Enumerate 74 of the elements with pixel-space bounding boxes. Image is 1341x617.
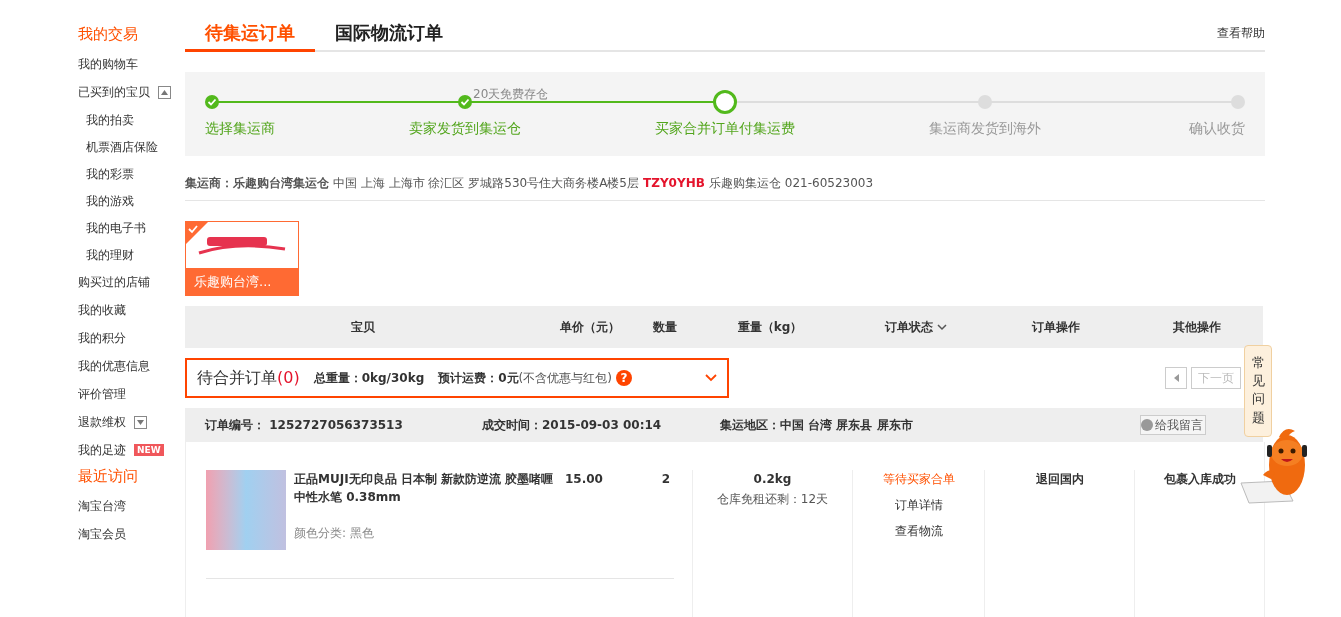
step-note: 20天免费存仓 bbox=[473, 86, 549, 103]
step-label: 买家合并订单付集运费 bbox=[655, 119, 795, 138]
order-time: 成交时间：2015-09-03 00:14 bbox=[482, 417, 663, 434]
chat-bubble-icon bbox=[1141, 419, 1153, 431]
column-header: 其他操作 bbox=[1172, 319, 1221, 336]
warehouse-code: TZY0YHB bbox=[643, 175, 705, 192]
previous-page-button[interactable] bbox=[1165, 367, 1187, 389]
estimated-fee: 预计运费：0元 bbox=[438, 370, 519, 387]
sidebar-subitem[interactable]: 我的游戏 bbox=[86, 191, 134, 210]
new-badge: NEW bbox=[134, 444, 164, 456]
sidebar-heading: 我的交易 bbox=[78, 24, 138, 45]
column-header: 重量（kg） bbox=[737, 319, 803, 336]
warehouse-address: 中国 上海 上海市 徐汇区 罗城路530号住大商务楼A楼5层 bbox=[333, 175, 639, 192]
sidebar-heading: 最近访问 bbox=[78, 466, 138, 487]
merge-title: 待合并订单(0) bbox=[197, 367, 300, 389]
column-header: 订单操作 bbox=[1032, 319, 1080, 336]
storage-days: 仓库免租还剩：12天 bbox=[716, 490, 829, 508]
sidebar-subitem[interactable]: 我的彩票 bbox=[86, 164, 134, 183]
sidebar-item[interactable]: 评价管理 bbox=[78, 385, 126, 403]
order-number: 订单编号： 1252727056373513 bbox=[205, 417, 404, 434]
fee-note: (不含优惠与红包) bbox=[518, 370, 612, 387]
sidebar-item[interactable]: 淘宝台湾 bbox=[78, 497, 126, 515]
order-status: 等待买家合单 bbox=[882, 471, 955, 488]
quantity: 2 bbox=[660, 471, 670, 488]
tab[interactable]: 国际物流订单 bbox=[315, 16, 463, 52]
sidebar-item[interactable]: 我的积分 bbox=[78, 329, 126, 347]
total-weight: 总重量：0kg/30kg bbox=[313, 370, 425, 387]
column-header: 宝贝 bbox=[350, 319, 375, 336]
step-label: 选择集运商 bbox=[205, 119, 275, 138]
sidebar-item[interactable]: 我的收藏 bbox=[78, 301, 126, 319]
carrier-name: 乐趣购台湾... bbox=[186, 268, 298, 295]
step-current-icon bbox=[713, 90, 737, 114]
sidebar-item[interactable]: 购买过的店铺 bbox=[78, 273, 150, 291]
sidebar-item[interactable]: 我的优惠信息 bbox=[78, 357, 150, 375]
order-operation-link[interactable]: 退回国内 bbox=[1035, 470, 1084, 488]
help-link[interactable]: 查看帮助 bbox=[1217, 24, 1265, 42]
collapse-toggle-icon[interactable] bbox=[158, 85, 171, 99]
warehouse-name: 乐趣购集运仓 bbox=[708, 175, 781, 192]
sidebar-subitem[interactable]: 我的电子书 bbox=[86, 218, 146, 237]
chevron-down-icon[interactable] bbox=[937, 323, 947, 331]
other-operation-status: 包裹入库成功 bbox=[1163, 471, 1236, 488]
merge-order-bar[interactable]: 待合并订单(0) 总重量：0kg/30kg 预计运费：0元(不含优惠与红包) ? bbox=[185, 358, 729, 398]
order-action-link[interactable]: 订单详情 bbox=[894, 496, 943, 514]
column-header: 单价（元） bbox=[560, 319, 620, 336]
step-done-icon bbox=[205, 95, 219, 109]
step-done-icon bbox=[458, 95, 472, 109]
caret-left-icon bbox=[1173, 374, 1179, 382]
carrier-label: 集运商：乐趣购台湾集运仓 bbox=[185, 175, 329, 192]
faq-tab[interactable]: 常见问题 bbox=[1244, 345, 1272, 437]
warehouse-phone: 021-60523003 bbox=[784, 175, 874, 192]
order-region: 集运地区：中国 台湾 屏东县 屏东市 bbox=[720, 417, 914, 434]
sidebar-subitem[interactable]: 我的拍卖 bbox=[86, 110, 134, 129]
sidebar-item[interactable]: 淘宝会员 bbox=[78, 525, 126, 543]
column-header: 数量 bbox=[653, 319, 677, 336]
weight: 0.2kg bbox=[753, 471, 792, 488]
sidebar-item[interactable]: 我的足迹 bbox=[78, 441, 126, 459]
chevron-down-icon[interactable] bbox=[705, 374, 717, 382]
step-label: 确认收货 bbox=[1189, 119, 1245, 138]
sidebar-item[interactable]: 退款维权 bbox=[78, 413, 126, 431]
product-title[interactable]: 正品MUJI无印良品 日本制 新款防逆流 胶墨啫喱中性水笔 0.38mm bbox=[294, 470, 554, 506]
sidebar-item[interactable]: 我的购物车 bbox=[78, 55, 138, 73]
expand-toggle-icon[interactable] bbox=[134, 415, 147, 429]
step-label: 集运商发货到海外 bbox=[929, 119, 1041, 138]
faq-label: 常见问题 bbox=[1251, 354, 1265, 427]
product-spec: 颜色分类: 黑色 bbox=[294, 525, 375, 542]
sidebar-subitem[interactable]: 机票酒店保险 bbox=[86, 137, 158, 156]
column-header[interactable]: 订单状态 bbox=[885, 318, 933, 336]
unit-price: 15.00 bbox=[564, 471, 604, 488]
sidebar-subitem[interactable]: 我的理财 bbox=[86, 245, 134, 264]
selected-check-icon bbox=[186, 222, 208, 244]
step-label: 卖家发货到集运仓 bbox=[409, 119, 521, 138]
leave-message-button[interactable]: 给我留言 bbox=[1140, 415, 1206, 435]
order-action-link[interactable]: 查看物流 bbox=[894, 522, 943, 540]
sidebar-item[interactable]: 已买到的宝贝 bbox=[78, 83, 150, 101]
